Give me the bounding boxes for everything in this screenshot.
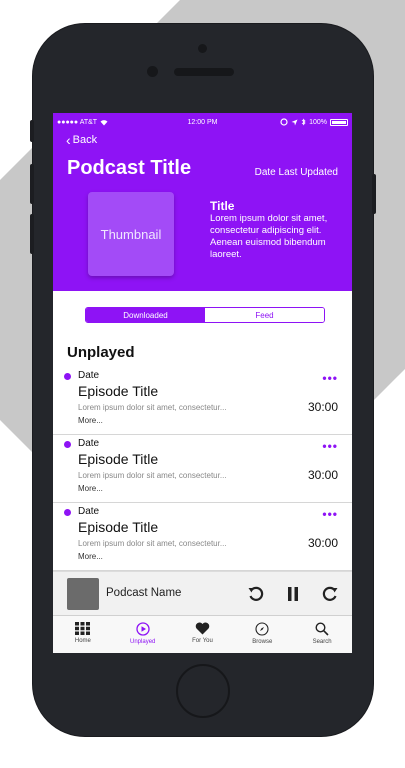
status-bar: ●●●●● AT&T 12:00 PM 100% — [57, 116, 348, 128]
mute-switch — [30, 120, 34, 142]
more-options-icon[interactable]: ••• — [322, 439, 338, 453]
list-item[interactable]: Date ••• Episode Title Lorem ipsum dolor… — [53, 367, 352, 435]
podcast-header: ●●●●● AT&T 12:00 PM 100% ‹ Back Podcast … — [53, 113, 352, 291]
unplayed-dot-icon — [64, 441, 71, 448]
page-title: Podcast Title — [67, 157, 192, 179]
search-icon — [315, 622, 329, 636]
tab-label: Browse — [252, 639, 273, 645]
episode-date: Date — [78, 438, 100, 449]
podcast-info-description: Lorem ipsum dolor sit amet, consectetur … — [210, 213, 328, 260]
section-title: Unplayed — [67, 344, 135, 361]
tab-label: Search — [312, 639, 332, 645]
status-time: 12:00 PM — [187, 118, 218, 126]
power-button — [372, 174, 376, 214]
tab-unplayed[interactable]: Unplayed — [113, 616, 173, 653]
proximity-sensor — [198, 44, 207, 53]
rewind-icon[interactable] — [245, 584, 267, 604]
more-link[interactable]: More... — [78, 552, 103, 561]
episode-description: Lorem ipsum dolor sit amet, consectetur.… — [78, 539, 227, 548]
player-podcast-name: Podcast Name — [106, 587, 182, 599]
thumbnail-label: Thumbnail — [100, 226, 162, 242]
app-screen: ●●●●● AT&T 12:00 PM 100% ‹ Back Podcast … — [53, 113, 352, 653]
heart-icon — [195, 622, 210, 635]
tab-label: Unplayed — [130, 639, 156, 645]
episode-date: Date — [78, 370, 100, 381]
list-item[interactable]: Date ••• Episode Title Lorem ipsum dolor… — [53, 435, 352, 503]
more-link[interactable]: More... — [78, 416, 103, 425]
more-link[interactable]: More... — [78, 484, 103, 493]
podcast-info-title: Title — [210, 199, 235, 213]
chevron-left-icon: ‹ — [66, 132, 71, 148]
tab-label: For You — [192, 638, 213, 644]
volume-up-button — [30, 164, 34, 204]
home-button[interactable] — [176, 664, 230, 718]
episode-title: Episode Title — [78, 383, 159, 399]
tab-feed[interactable]: Feed — [205, 308, 324, 322]
episode-description: Lorem ipsum dolor sit amet, consectetur.… — [78, 471, 227, 480]
compass-icon — [255, 622, 269, 636]
date-last-updated: Date Last Updated — [254, 167, 338, 178]
tab-for-you[interactable]: For You — [173, 616, 233, 653]
back-label: Back — [72, 134, 98, 146]
unplayed-dot-icon — [64, 509, 71, 516]
volume-down-button — [30, 214, 34, 254]
back-button[interactable]: ‹ Back — [66, 132, 98, 148]
episode-duration: 30:00 — [307, 536, 338, 550]
list-item[interactable]: Date ••• Episode Title Lorem ipsum dolor… — [53, 503, 352, 571]
episode-duration: 30:00 — [307, 400, 338, 414]
episode-title: Episode Title — [78, 451, 159, 467]
podcast-thumbnail: Thumbnail — [88, 192, 174, 276]
grid-icon — [75, 622, 91, 635]
more-options-icon[interactable]: ••• — [322, 507, 338, 521]
episode-description: Lorem ipsum dolor sit amet, consectetur.… — [78, 403, 227, 412]
pause-icon[interactable] — [282, 584, 304, 604]
episode-duration: 30:00 — [307, 468, 338, 482]
tab-browse[interactable]: Browse — [232, 616, 292, 653]
segmented-control: Downloaded Feed — [85, 307, 325, 323]
mini-player[interactable]: Podcast Name — [53, 571, 352, 615]
more-options-icon[interactable]: ••• — [322, 371, 338, 385]
front-camera — [147, 66, 158, 77]
tab-search[interactable]: Search — [292, 616, 352, 653]
earpiece-speaker — [174, 68, 234, 76]
forward-icon[interactable] — [319, 584, 341, 604]
unplayed-dot-icon — [64, 373, 71, 380]
tab-bar: Home Unplayed For You Browse Search — [53, 615, 352, 653]
episode-date: Date — [78, 506, 100, 517]
battery-icon — [330, 118, 348, 126]
episode-title: Episode Title — [78, 519, 159, 535]
tab-downloaded[interactable]: Downloaded — [86, 308, 205, 322]
tab-home[interactable]: Home — [53, 616, 113, 653]
play-circle-icon — [136, 622, 150, 636]
tab-label: Home — [74, 638, 91, 644]
podcast-artwork — [67, 578, 99, 610]
